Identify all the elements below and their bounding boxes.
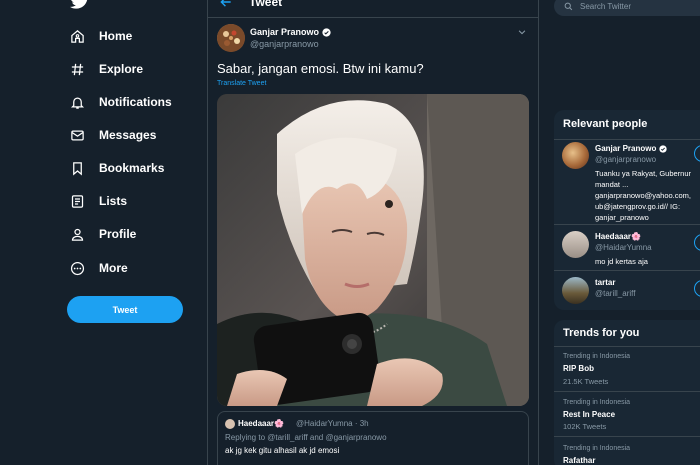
author-handle[interactable]: @ganjarpranowo (250, 39, 319, 49)
person-bio: Tuanku ya Rakyat, Gubernur mandat ... ga… (595, 169, 692, 222)
trend-count: 21.5K Tweets (563, 377, 609, 386)
person-name[interactable]: Ganjar Pranowo (595, 144, 668, 153)
nav-notifications[interactable]: Notifications (70, 90, 172, 114)
quote-text: ak jg kek gitu alhasil ak jd emosi (225, 446, 340, 455)
nav-bookmarks-label: Bookmarks (99, 161, 165, 175)
tweet-photo[interactable] (217, 94, 529, 406)
trend-meta: Trending in Indonesia (563, 445, 631, 452)
nav-lists[interactable]: Lists (70, 189, 127, 213)
compose-tweet-button[interactable]: Tweet (67, 296, 183, 323)
person-icon (70, 227, 85, 242)
page-title: Tweet (249, 0, 283, 9)
trends-panel: Trends for you Trending in Indonesia RIP… (554, 320, 700, 465)
nav-explore[interactable]: Explore (70, 57, 143, 81)
twitter-bird-icon[interactable] (70, 0, 90, 10)
nav-home[interactable]: Home (70, 24, 132, 48)
hashtag-icon (70, 62, 85, 77)
author-name-text: Ganjar Pranowo (250, 27, 320, 37)
quote-name[interactable]: Haedaaar🌸 (238, 419, 284, 428)
trend-name: Rest In Peace (563, 410, 616, 419)
quote-handle-time: @HaidarYumna · 3h (296, 419, 369, 428)
more-circle-icon (70, 261, 85, 276)
tweet-text: Sabar, jangan emosi. Btw ini kamu? (217, 61, 424, 76)
person-avatar[interactable] (562, 142, 589, 169)
person-handle: @ganjarpranowo (595, 155, 657, 164)
follow-button[interactable] (694, 280, 700, 297)
author-avatar[interactable] (217, 24, 245, 52)
search-input[interactable] (580, 1, 690, 11)
person-handle: @tarill_ariff (595, 289, 636, 298)
divider (554, 346, 700, 347)
bell-icon (70, 95, 85, 110)
translate-tweet-link[interactable]: Translate Tweet (217, 80, 266, 87)
divider (554, 391, 700, 392)
quoted-reply[interactable]: Haedaaar🌸 @HaidarYumna · 3h Replying to … (217, 411, 529, 465)
divider (554, 436, 700, 437)
nav-more-label: More (99, 261, 128, 275)
divider (554, 270, 700, 271)
trend-meta: Trending in Indonesia (563, 353, 631, 360)
person-handle: @HaidarYumna (595, 243, 652, 252)
verified-badge-icon (322, 27, 331, 37)
person-avatar[interactable] (562, 231, 589, 258)
verified-badge-icon (659, 144, 668, 153)
relevant-people-title: Relevant people (563, 118, 648, 130)
nav-explore-label: Explore (99, 62, 144, 76)
nav-messages[interactable]: Messages (70, 123, 156, 147)
list-icon (70, 194, 85, 209)
tweet-photo-image (217, 94, 529, 406)
trend-count: 102K Tweets (563, 422, 607, 431)
main-column: Tweet Ganjar Pranowo @ganjarpranowo Saba… (207, 0, 539, 465)
person-bio: mo jd kertas aja (595, 257, 648, 266)
right-sidebar: Relevant people Ganjar Pranowo @ganjarpr… (539, 0, 700, 465)
nav-bookmarks[interactable]: Bookmarks (70, 156, 164, 180)
quote-replying-to: Replying to @tarill_ariff and @ganjarpra… (225, 433, 387, 442)
nav-messages-label: Messages (99, 128, 157, 142)
search-icon (564, 2, 573, 11)
quote-avatar[interactable] (225, 419, 235, 429)
envelope-icon (70, 128, 85, 143)
nav-more[interactable]: More (70, 256, 128, 280)
search-box[interactable] (554, 0, 700, 16)
follow-button[interactable] (694, 145, 700, 162)
home-icon (70, 29, 85, 44)
nav-notifications-label: Notifications (99, 95, 172, 109)
person-name[interactable]: Haedaaar🌸 (595, 232, 641, 241)
divider (554, 224, 700, 225)
nav-lists-label: Lists (99, 194, 128, 208)
person-avatar[interactable] (562, 277, 589, 304)
trends-title: Trends for you (563, 327, 640, 339)
left-navigation: Home Explore Notifications Messages Book… (0, 0, 207, 465)
back-arrow-icon[interactable] (219, 0, 233, 9)
nav-home-label: Home (99, 29, 133, 43)
bookmark-icon (70, 161, 85, 176)
nav-profile[interactable]: Profile (70, 222, 136, 246)
relevant-people-panel: Relevant people Ganjar Pranowo @ganjarpr… (554, 110, 700, 310)
follow-button[interactable] (694, 234, 700, 251)
main-header: Tweet (208, 0, 538, 18)
chevron-down-icon[interactable] (517, 27, 527, 37)
trend-name: RIP Bob (563, 364, 594, 373)
author-name[interactable]: Ganjar Pranowo (250, 27, 331, 37)
nav-profile-label: Profile (99, 227, 137, 241)
person-name-text: Ganjar Pranowo (595, 144, 657, 153)
trend-name: Rafathar (563, 456, 596, 465)
trend-meta: Trending in Indonesia (563, 399, 631, 406)
person-name[interactable]: tartar (595, 278, 615, 287)
divider (554, 139, 700, 140)
